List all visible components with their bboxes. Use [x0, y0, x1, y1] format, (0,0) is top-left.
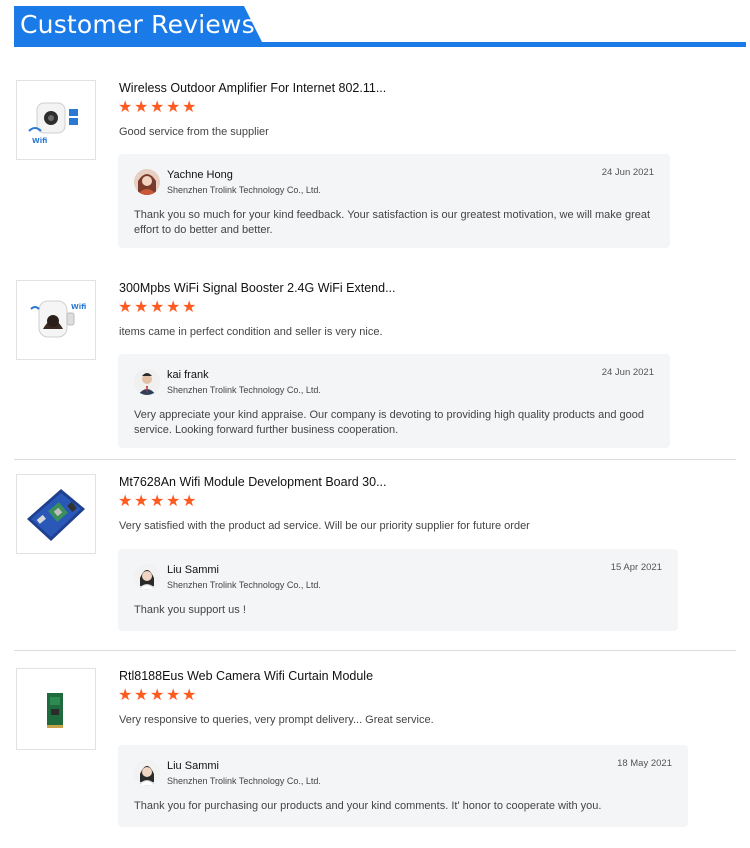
review-comment: Very satisfied with the product ad servi…	[119, 520, 530, 532]
star-rating: ★ ★ ★ ★ ★	[118, 99, 197, 119]
user-avatar-icon	[134, 369, 160, 395]
star-icon: ★	[134, 297, 149, 316]
star-icon: ★	[150, 297, 165, 316]
star-rating: ★ ★ ★ ★ ★	[118, 493, 197, 513]
star-icon: ★	[166, 685, 181, 704]
product-title[interactable]: Wireless Outdoor Amplifier For Internet …	[119, 81, 386, 95]
replier-name: Liu Sammi	[167, 760, 219, 772]
svg-text:Wifi: Wifi	[32, 137, 47, 145]
product-title[interactable]: 300Mpbs WiFi Signal Booster 2.4G WiFi Ex…	[119, 281, 396, 295]
divider	[14, 650, 736, 651]
reply-date: 24 Jun 2021	[601, 167, 654, 178]
product-thumbnail[interactable]: Wifi	[16, 280, 96, 360]
section-header: Customer Reviews	[14, 6, 746, 48]
reply-text: Very appreciate your kind appraise. Our …	[134, 408, 644, 438]
star-icon: ★	[118, 491, 133, 510]
star-icon: ★	[182, 97, 197, 116]
reply-line: Thank you for purchasing our products an…	[134, 800, 602, 812]
user-avatar-icon	[134, 760, 160, 786]
reply-date: 24 Jun 2021	[601, 367, 654, 378]
star-icon: ★	[150, 97, 165, 116]
star-icon: ★	[118, 685, 133, 704]
product-thumbnail[interactable]: Wifi	[16, 80, 96, 160]
divider	[14, 459, 736, 460]
reply-date: 15 Apr 2021	[610, 562, 662, 573]
wifi-repeater-image: Wifi	[28, 102, 78, 145]
avatar	[134, 169, 160, 195]
reply-text: Thank you so much for your kind feedback…	[134, 208, 650, 238]
star-icon: ★	[166, 97, 181, 116]
replier-name: Yachne Hong	[167, 169, 233, 181]
star-icon: ★	[166, 491, 181, 510]
star-rating: ★ ★ ★ ★ ★	[118, 687, 197, 707]
development-board-image	[27, 489, 85, 541]
review-item: Wifi 300Mpbs WiFi Signal Booster 2.4G Wi…	[14, 280, 736, 450]
review-comment: Good service from the supplier	[119, 126, 269, 138]
reply-text: Thank you support us !	[134, 603, 246, 618]
review-item: Wifi Wireless Outdoor Amplifier For Inte…	[14, 80, 736, 250]
product-title[interactable]: Mt7628An Wifi Module Development Board 3…	[119, 475, 387, 489]
replier-company: Shenzhen Trolink Technology Co., Ltd.	[167, 385, 321, 395]
star-icon: ★	[134, 97, 149, 116]
supplier-reply: Liu Sammi Shenzhen Trolink Technology Co…	[118, 549, 678, 631]
review-comment: Very responsive to queries, very prompt …	[119, 714, 434, 726]
svg-text:Wifi: Wifi	[71, 303, 86, 311]
user-avatar-icon	[134, 169, 160, 195]
replier-name: Liu Sammi	[167, 564, 219, 576]
replier-name: kai frank	[167, 369, 209, 381]
reply-line: Very appreciate your kind appraise. Our …	[134, 409, 644, 421]
reply-line: effort to do better and better.	[134, 224, 273, 236]
supplier-reply: Yachne Hong Shenzhen Trolink Technology …	[118, 154, 670, 248]
replier-company: Shenzhen Trolink Technology Co., Ltd.	[167, 185, 321, 195]
avatar	[134, 369, 160, 395]
wifi-booster-image: Wifi	[30, 300, 86, 338]
reply-text: Thank you for purchasing our products an…	[134, 799, 601, 814]
avatar	[134, 564, 160, 590]
star-icon: ★	[166, 297, 181, 316]
review-comment: items came in perfect condition and sell…	[119, 326, 383, 338]
star-rating: ★ ★ ★ ★ ★	[118, 299, 197, 319]
star-icon: ★	[134, 491, 149, 510]
wifi-module-image	[47, 693, 63, 728]
star-icon: ★	[182, 685, 197, 704]
star-icon: ★	[118, 297, 133, 316]
supplier-reply: Liu Sammi Shenzhen Trolink Technology Co…	[118, 745, 688, 827]
star-icon: ★	[150, 685, 165, 704]
header-underline	[14, 42, 746, 47]
reply-line: Thank you support us !	[134, 604, 246, 616]
replier-company: Shenzhen Trolink Technology Co., Ltd.	[167, 580, 321, 590]
page-title: Customer Reviews	[20, 10, 255, 39]
review-item: Rtl8188Eus Web Camera Wifi Curtain Modul…	[14, 668, 736, 833]
product-title[interactable]: Rtl8188Eus Web Camera Wifi Curtain Modul…	[119, 669, 373, 683]
star-icon: ★	[118, 97, 133, 116]
reply-date: 18 May 2021	[617, 758, 672, 769]
product-thumbnail[interactable]	[16, 668, 96, 750]
star-icon: ★	[134, 685, 149, 704]
star-icon: ★	[182, 491, 197, 510]
replier-company: Shenzhen Trolink Technology Co., Ltd.	[167, 776, 321, 786]
star-icon: ★	[150, 491, 165, 510]
user-avatar-icon	[134, 564, 160, 590]
supplier-reply: kai frank Shenzhen Trolink Technology Co…	[118, 354, 670, 448]
product-thumbnail[interactable]	[16, 474, 96, 554]
star-icon: ★	[182, 297, 197, 316]
avatar	[134, 760, 160, 786]
reply-line: service. Looking forward further busines…	[134, 424, 399, 436]
review-item: Mt7628An Wifi Module Development Board 3…	[14, 474, 736, 634]
reply-line: Thank you so much for your kind feedback…	[134, 209, 651, 221]
